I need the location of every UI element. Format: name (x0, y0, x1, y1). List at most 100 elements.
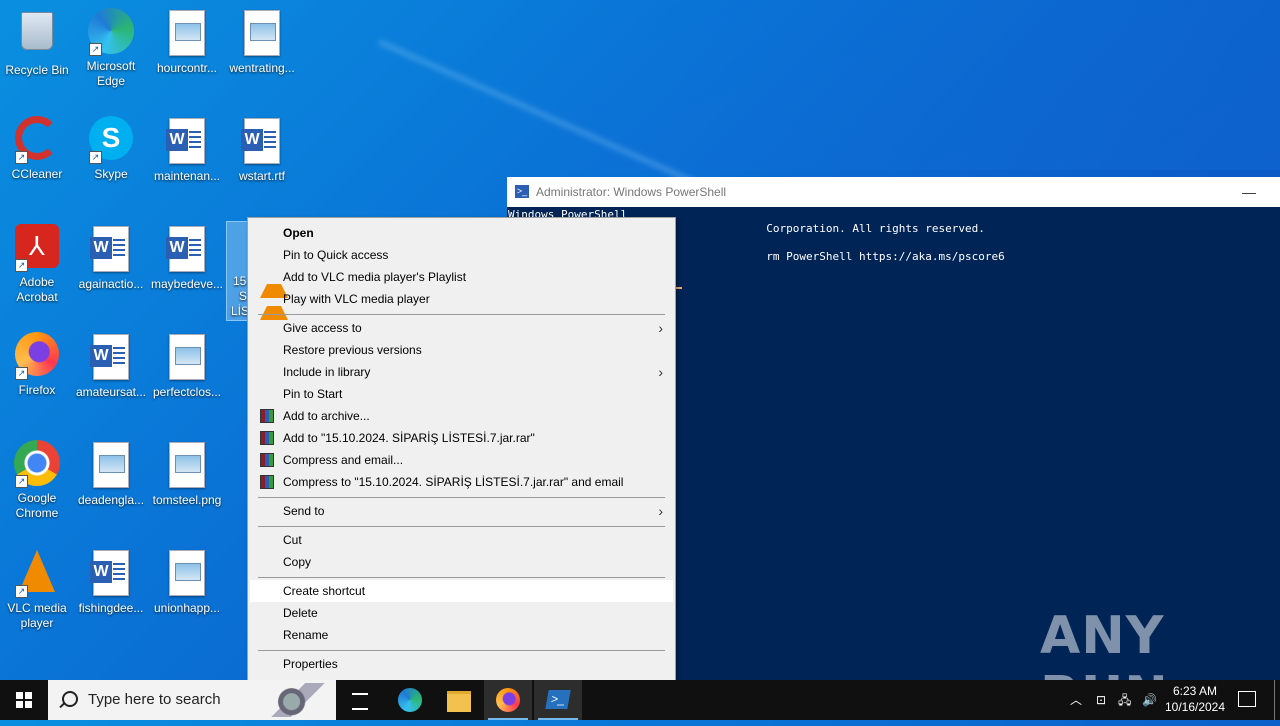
desktop-icon-file[interactable]: hourcontr... (150, 8, 224, 76)
desktop-icon-ccleaner[interactable]: ↗ CCleaner (0, 116, 74, 182)
menu-item-pin-quick-access[interactable]: Pin to Quick access (250, 244, 673, 266)
shortcut-arrow-icon: ↗ (15, 367, 28, 380)
volume-icon[interactable]: 🔊 (1142, 680, 1160, 720)
menu-item-rename[interactable]: Rename (250, 624, 673, 646)
taskbar-powershell[interactable]: >_ (534, 680, 582, 720)
task-view-icon (352, 693, 368, 710)
menu-item-pin-start[interactable]: Pin to Start (250, 383, 673, 405)
taskbar-file-explorer[interactable] (435, 680, 483, 720)
taskbar-clock[interactable]: 6:23 AM 10/16/2024 (1160, 683, 1230, 715)
desktop-icon-word-doc[interactable]: W fishingdee... (74, 548, 148, 616)
edge-icon: ↗ (87, 8, 135, 56)
menu-separator (258, 314, 665, 315)
skype-icon: S ↗ (87, 116, 135, 164)
desktop-icon-label: maintenan... (153, 169, 221, 183)
desktop-icon-label: wstart.rtf (238, 169, 285, 183)
taskbar-search-box[interactable]: Type here to search (48, 680, 336, 720)
menu-item-add-archive[interactable]: Add to archive... (250, 405, 673, 427)
taskbar-edge[interactable] (386, 680, 434, 720)
edge-icon (398, 688, 422, 712)
menu-item-restore-versions[interactable]: Restore previous versions (250, 339, 673, 361)
desktop-icon-vlc[interactable]: ↗ VLC media player (0, 548, 74, 631)
search-highlight-image (266, 683, 330, 717)
menu-item-give-access[interactable]: Give access to › (250, 317, 673, 339)
menu-item-delete[interactable]: Delete (250, 602, 673, 624)
vlc-icon (260, 292, 288, 320)
menu-item-cut[interactable]: Cut (250, 529, 673, 551)
taskbar: Type here to search >_ ︿ ⊡ 🖧 🔊 6:23 AM 1… (0, 680, 1280, 720)
word-document-icon: W (163, 118, 211, 166)
desktop-icon-label: unionhapp... (153, 601, 221, 615)
menu-item-add-to-rar[interactable]: Add to "15.10.2024. SİPARİŞ LİSTESİ.7.ja… (250, 427, 673, 449)
menu-item-compress-email[interactable]: Compress and email... (250, 449, 673, 471)
desktop-icon-label: amateursat... (75, 385, 147, 399)
desktop-icon-label: Firefox (18, 383, 56, 397)
image-file-icon (87, 442, 135, 490)
desktop-icon-edge[interactable]: ↗ Microsoft Edge (74, 8, 148, 89)
desktop-icon-file[interactable]: perfectclos... (150, 332, 224, 400)
minimize-button[interactable]: — (1242, 177, 1256, 207)
menu-item-compress-rar-email[interactable]: Compress to "15.10.2024. SİPARİŞ LİSTESİ… (250, 471, 673, 493)
recycle-bin-icon (13, 12, 61, 60)
desktop-icon-file[interactable]: unionhapp... (150, 548, 224, 616)
desktop-icon-word-doc[interactable]: W againactio... (74, 224, 148, 292)
desktop-icon-label: perfectclos... (152, 385, 222, 399)
task-view-button[interactable] (336, 680, 384, 720)
word-document-icon: W (87, 226, 135, 274)
vlc-cone-icon: ↗ (13, 550, 61, 598)
word-document-icon: W (87, 334, 135, 382)
window-title: Administrator: Windows PowerShell (536, 185, 727, 199)
chevron-right-icon: › (658, 503, 663, 519)
adobe-acrobat-icon: ⅄ ↗ (13, 224, 61, 272)
tray-overflow-chevron-icon[interactable]: ︿ (1070, 680, 1086, 720)
menu-item-create-shortcut[interactable]: Create shortcut (250, 580, 673, 602)
desktop-icon-label: maybedeve... (150, 277, 224, 291)
word-document-icon: W (87, 550, 135, 598)
start-button[interactable] (0, 680, 48, 720)
notification-center-icon[interactable] (1238, 691, 1256, 707)
menu-item-vlc-play[interactable]: Play with VLC media player (250, 288, 673, 320)
menu-item-include-library[interactable]: Include in library › (250, 361, 673, 383)
menu-separator (258, 650, 665, 651)
powershell-title-bar[interactable]: >_ Administrator: Windows PowerShell — (507, 177, 1280, 207)
taskbar-firefox[interactable] (484, 680, 532, 720)
desktop-icon-word-doc[interactable]: W maintenan... (150, 116, 224, 184)
wallpaper-glow (560, 0, 1280, 170)
desktop-icon-word-doc[interactable]: W amateursat... (74, 332, 148, 400)
desktop-icon-file[interactable]: tomsteel.png (150, 440, 224, 508)
image-file-icon (163, 334, 211, 382)
desktop-icon-label: Recycle Bin (5, 63, 69, 77)
shortcut-arrow-icon: ↗ (15, 259, 28, 272)
desktop-icon-acrobat[interactable]: ⅄ ↗ Adobe Acrobat (0, 224, 74, 305)
desktop-icon-label: tomsteel.png (152, 493, 222, 507)
winrar-icon (260, 409, 274, 423)
show-desktop-button[interactable] (1274, 680, 1275, 720)
menu-item-copy[interactable]: Copy (250, 551, 673, 573)
menu-item-vlc-playlist[interactable]: Add to VLC media player's Playlist (250, 266, 673, 298)
desktop-icon-file[interactable]: wentrating... (225, 8, 299, 76)
desktop-icon-chrome[interactable]: ↗ Google Chrome (0, 440, 74, 521)
menu-separator (258, 526, 665, 527)
meet-now-icon[interactable]: ⊡ (1096, 680, 1112, 720)
desktop-icon-label: VLC media player (7, 601, 67, 630)
word-document-icon: W (238, 118, 286, 166)
console-cursor (675, 287, 682, 289)
search-icon (62, 691, 78, 707)
desktop-icon-label: wentrating... (229, 61, 295, 75)
desktop-icon-firefox[interactable]: ↗ Firefox (0, 332, 74, 398)
menu-item-send-to[interactable]: Send to › (250, 500, 673, 522)
chevron-right-icon: › (658, 320, 663, 336)
desktop-icon-file[interactable]: deadengla... (74, 440, 148, 508)
desktop-icon-recycle-bin[interactable]: Recycle Bin (0, 8, 74, 78)
menu-item-properties[interactable]: Properties (250, 653, 673, 675)
firefox-icon (496, 688, 520, 712)
menu-item-open[interactable]: Open (250, 222, 673, 244)
selected-file-label-line2: S (239, 289, 248, 303)
desktop-icon-skype[interactable]: S ↗ Skype (74, 116, 148, 182)
desktop-icon-word-doc[interactable]: W wstart.rtf (225, 116, 299, 184)
desktop-icon-label: Google Chrome (15, 491, 59, 520)
context-menu: Open Pin to Quick access Add to VLC medi… (247, 217, 676, 681)
desktop-icon-word-doc[interactable]: W maybedeve... (150, 224, 224, 292)
desktop-icon-label: CCleaner (11, 167, 63, 181)
network-icon[interactable]: 🖧 (1118, 680, 1136, 720)
